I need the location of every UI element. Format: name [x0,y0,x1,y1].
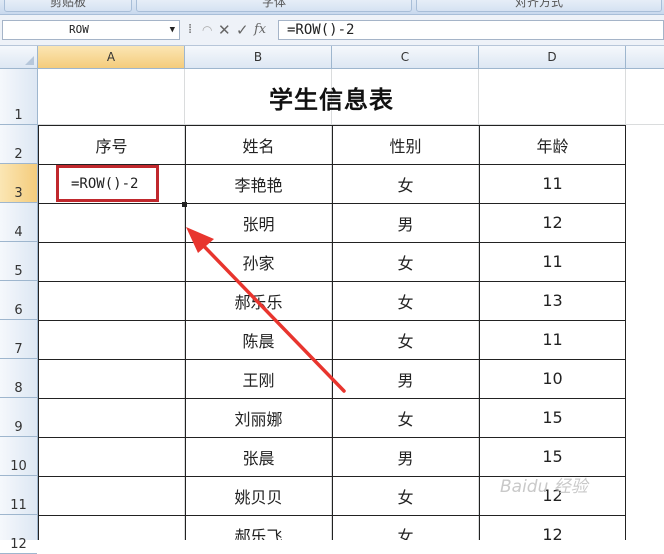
ribbon-group-alignment[interactable]: 对齐方式 [416,0,662,12]
row-header-3[interactable]: 3 [0,164,37,203]
watermark: Baidu 经验 [500,477,588,497]
select-all-corner[interactable] [0,46,38,68]
name-box-dropdown-icon[interactable]: ▼ [170,21,175,39]
row-header-9[interactable]: 9 [0,398,37,437]
row-header-6[interactable]: 6 [0,281,37,320]
column-header-d[interactable]: D [479,46,626,68]
insert-function-icon[interactable]: fx [254,20,266,40]
ribbon: 剪贴板 字体 对齐方式 [0,0,664,15]
cancel-icon[interactable]: ✕ [218,20,231,40]
row-header-1[interactable]: 1 [0,69,37,125]
name-box[interactable]: ROW ▼ [2,20,180,40]
worksheet-grid[interactable]: 学生信息表 序号 姓名 性别 年龄 李艳艳 女 11 张明 男 12 孙家 女 … [38,69,664,540]
row-header-8[interactable]: 8 [0,359,37,398]
row-header-7[interactable]: 7 [0,320,37,359]
column-header-e[interactable] [626,46,664,68]
column-header: A B C D [0,46,664,69]
name-box-value: ROW [69,23,89,36]
resize-handle-icon[interactable]: ⁞ [188,20,192,40]
row-header: 1 2 3 4 5 6 7 8 9 10 11 12 [0,69,38,554]
row-header-5[interactable]: 5 [0,242,37,281]
annotation-arrow-icon [186,227,346,393]
row-header-12[interactable]: 12 [0,515,37,554]
column-header-a[interactable]: A [38,46,185,68]
expand-icon[interactable]: ◠ [202,20,212,40]
row-header-2[interactable]: 2 [0,125,37,164]
formula-input[interactable]: =ROW()-2 [278,20,664,40]
row-header-10[interactable]: 10 [0,437,37,476]
row-header-4[interactable]: 4 [0,203,37,242]
ribbon-group-font[interactable]: 字体 [136,0,412,12]
enter-icon[interactable]: ✓ [236,20,249,40]
row-header-11[interactable]: 11 [0,476,37,515]
formula-bar: ROW ▼ ⁞ ◠ ✕ ✓ fx =ROW()-2 [0,15,664,46]
column-header-b[interactable]: B [185,46,332,68]
formula-buttons: ⁞ ◠ ✕ ✓ fx [184,20,274,40]
column-header-c[interactable]: C [332,46,479,68]
ribbon-group-clipboard[interactable]: 剪贴板 [4,0,132,12]
select-all-icon [25,56,34,65]
